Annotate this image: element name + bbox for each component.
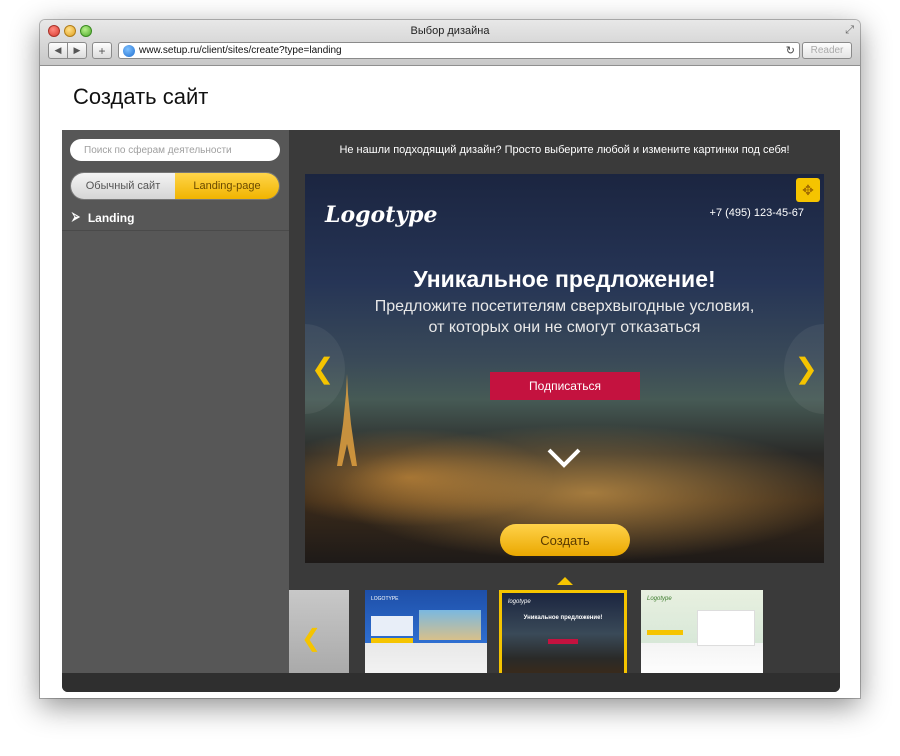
scroll-down-icon: [547, 448, 581, 468]
create-button[interactable]: Создать: [500, 524, 630, 556]
prev-design-icon[interactable]: ❮: [311, 352, 334, 385]
fullscreen-icon[interactable]: ⤢: [845, 24, 854, 37]
preview-headline: Уникальное предложение!: [413, 266, 716, 292]
url-text: www.setup.ru/client/sites/create?type=la…: [139, 45, 342, 56]
thumbnail-logo: Logotype: [647, 596, 672, 602]
back-button[interactable]: ◀: [48, 42, 68, 59]
title-bar: Выбор дизайна ⤢ ◀ ▶ + www.setup.ru/clien…: [40, 20, 860, 66]
thumbnail-image: [419, 610, 481, 640]
thumbnail-design[interactable]: Logotype: [641, 590, 763, 678]
thumbnail-design[interactable]: LOGOTYPE: [365, 590, 487, 678]
thumbnail-logo: logotype: [508, 599, 531, 605]
globe-icon: [123, 44, 135, 57]
add-bookmark-button[interactable]: +: [92, 42, 112, 59]
hint-text: Не нашли подходящий дизайн? Просто выбер…: [339, 144, 790, 156]
move-icon[interactable]: ✥: [796, 178, 820, 202]
design-preview: Logotype +7 (495) 123-45-67 ✥ Уникальное…: [305, 174, 824, 563]
bottom-bar: [62, 673, 840, 692]
design-thumbnails: ❮ LOGOTYPE logotype Уникальное предложен…: [289, 585, 840, 678]
thumbnail-button: [371, 638, 413, 643]
landing-arrow-icon: ⮚: [72, 211, 80, 223]
next-design-icon[interactable]: ❯: [795, 352, 818, 385]
category-item-landing[interactable]: ⮚ Landing: [62, 205, 289, 231]
browser-window: Выбор дизайна ⤢ ◀ ▶ + www.setup.ru/clien…: [40, 20, 860, 698]
preview-subline-1: Предложите посетителям сверхвыгодные усл…: [374, 298, 755, 315]
site-type-toggle: Обычный сайт Landing-page: [70, 172, 280, 200]
tab-normal-site[interactable]: Обычный сайт: [71, 173, 175, 199]
design-selector: Обычный сайт Landing-page ⮚ Landing Не н…: [62, 130, 840, 692]
main-area: Не нашли подходящий дизайн? Просто выбер…: [289, 130, 840, 678]
prev-thumbnails-icon[interactable]: ❮: [301, 624, 321, 653]
reader-button[interactable]: Reader: [802, 42, 852, 59]
window-title: Выбор дизайна: [410, 25, 490, 37]
forward-arrow-icon: ▶: [73, 45, 81, 55]
tab-landing-page[interactable]: Landing-page: [175, 173, 279, 199]
sidebar: Обычный сайт Landing-page ⮚ Landing: [62, 130, 289, 673]
search-input[interactable]: [70, 139, 280, 161]
reload-icon[interactable]: ↻: [786, 44, 795, 57]
thumbnail-headline: Уникальное предложение!: [523, 615, 603, 621]
subscribe-button[interactable]: Подписаться: [490, 372, 640, 400]
preview-subline-2: от которых они не смогут отказаться: [428, 319, 701, 336]
thumbnail-logo: LOGOTYPE: [371, 596, 399, 602]
thumbnail-form: [697, 610, 755, 646]
selected-thumb-indicator: [557, 577, 573, 585]
preview-phone: +7 (495) 123-45-67: [709, 207, 804, 219]
thumbnail-design-selected[interactable]: logotype Уникальное предложение!: [499, 590, 627, 678]
thumbnail-design[interactable]: ❮: [289, 590, 349, 678]
thumbnail-form: [371, 616, 413, 636]
category-label: Landing: [87, 210, 135, 225]
forward-button[interactable]: ▶: [67, 42, 87, 59]
back-arrow-icon: ◀: [54, 45, 62, 55]
address-bar[interactable]: www.setup.ru/client/sites/create?type=la…: [118, 42, 800, 59]
thumbnail-button: [647, 630, 683, 635]
page-title: Создать сайт: [73, 84, 209, 109]
plus-icon: +: [98, 43, 106, 58]
preview-logo: Logotype: [325, 202, 438, 228]
thumbnail-button: [548, 639, 578, 644]
